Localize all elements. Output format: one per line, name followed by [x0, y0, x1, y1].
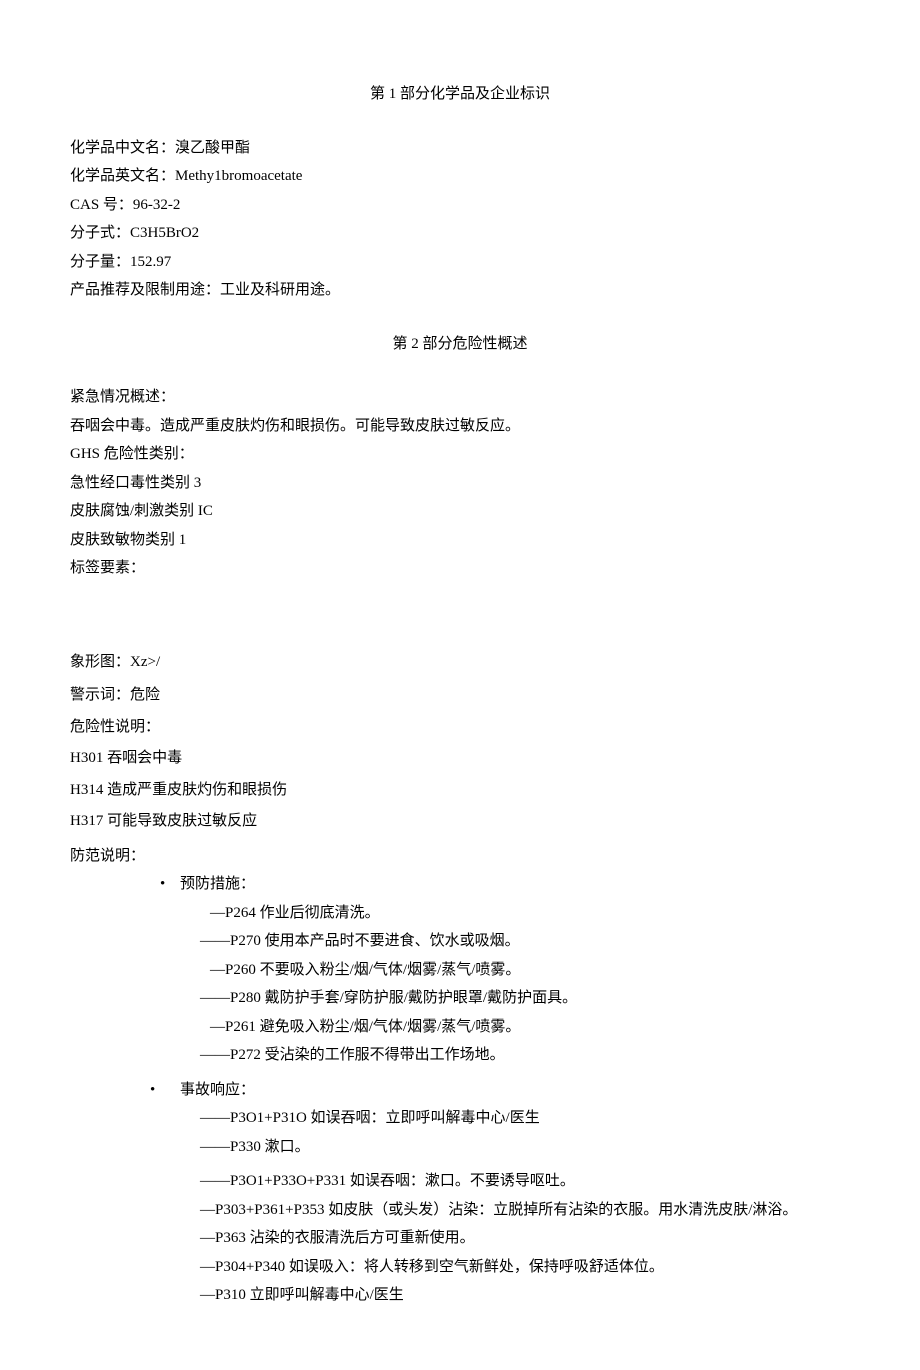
- prevention-header: • 预防措施：: [70, 870, 850, 899]
- blank-space: [70, 588, 850, 648]
- ghs-label: GHS 危险性类别：: [70, 440, 850, 469]
- overview-text: 吞咽会中毒。造成严重皮肤灼伤和眼损伤。可能导致皮肤过敏反应。: [70, 412, 850, 441]
- response-p363: —P363 沾染的衣服清洗后方可重新使用。: [70, 1224, 850, 1253]
- prevention-items: —P264 作业后彻底清洗。 ——P270 使用本产品时不要进食、饮水或吸烟。 …: [70, 899, 850, 1070]
- chem-name-cn: 化学品中文名：溴乙酸甲酯: [70, 134, 850, 163]
- response-p310: —P310 立即呼叫解毒中心/医生: [70, 1281, 850, 1310]
- molecular-weight: 分子量：152.97: [70, 248, 850, 277]
- prevention-p260: —P260 不要吸入粉尘/烟/气体/烟雾/蒸气/喷雾。: [70, 956, 850, 985]
- label-elements: 标签要素：: [70, 554, 850, 583]
- signal-word: 警示词：危险: [70, 681, 850, 710]
- prevention-p264: —P264 作业后彻底清洗。: [70, 899, 850, 928]
- emergency-overview: 紧急情况概述： 吞咽会中毒。造成严重皮肤灼伤和眼损伤。可能导致皮肤过敏反应。 G…: [70, 383, 850, 583]
- ghs-item-1: 急性经口毒性类别 3: [70, 469, 850, 498]
- chem-name-en: 化学品英文名：Methy1bromoacetate: [70, 162, 850, 191]
- prevention-p272: ——P272 受沾染的工作服不得带出工作场地。: [70, 1041, 850, 1070]
- molecular-formula: 分子式：C3H5BrO2: [70, 219, 850, 248]
- hazard-h314: H314 造成严重皮肤灼伤和眼损伤: [70, 776, 850, 805]
- response-p304-p340: —P304+P340 如误吸入：将人转移到空气新鲜处，保持呼吸舒适体位。: [70, 1253, 850, 1282]
- precaution-label: 防范说明：: [70, 842, 850, 871]
- hazard-label: 危险性说明：: [70, 713, 850, 742]
- bullet-icon: •: [70, 1076, 180, 1105]
- response-p301-p310: ——P3O1+P31O 如误吞咽：立即呼叫解毒中心/医生: [70, 1104, 850, 1133]
- response-p303-p361-p353: —P303+P361+P353 如皮肤（或头发）沾染：立脱掉所有沾染的衣服。用水…: [70, 1196, 850, 1225]
- pictogram-line: 象形图：Xz>/: [70, 648, 850, 677]
- response-items: ——P3O1+P31O 如误吞咽：立即呼叫解毒中心/医生 ——P330 漱口。 …: [70, 1104, 850, 1310]
- cas-number: CAS 号：96-32-2: [70, 191, 850, 220]
- overview-label: 紧急情况概述：: [70, 383, 850, 412]
- response-p301-p330-p331: ——P3O1+P33O+P331 如误吞咽：漱口。不要诱导呕吐。: [70, 1167, 850, 1196]
- ghs-item-3: 皮肤致敏物类别 1: [70, 526, 850, 555]
- hazard-h301: H301 吞咽会中毒: [70, 744, 850, 773]
- hazard-h317: H317 可能导致皮肤过敏反应: [70, 807, 850, 836]
- ghs-item-2: 皮肤腐蚀/刺激类别 IC: [70, 497, 850, 526]
- response-header: • 事故响应：: [70, 1076, 850, 1105]
- signal-hazard-block: 警示词：危险 危险性说明： H301 吞咽会中毒 H314 造成严重皮肤灼伤和眼…: [70, 681, 850, 836]
- response-p330: ——P330 漱口。: [70, 1133, 850, 1162]
- section-1-title: 第 1 部分化学品及企业标识: [70, 80, 850, 109]
- section-1-body: 化学品中文名：溴乙酸甲酯 化学品英文名：Methy1bromoacetate C…: [70, 134, 850, 305]
- pictogram-block: 象形图：Xz>/: [70, 648, 850, 677]
- response-title: 事故响应：: [180, 1076, 255, 1105]
- section-2-title: 第 2 部分危险性概述: [70, 330, 850, 359]
- prevention-title: 预防措施：: [180, 870, 255, 899]
- recommended-use: 产品推荐及限制用途：工业及科研用途。: [70, 276, 850, 305]
- prevention-p280: ——P280 戴防护手套/穿防护服/戴防护眼罩/戴防护面具。: [70, 984, 850, 1013]
- bullet-icon: •: [70, 870, 180, 899]
- prevention-p261: —P261 避免吸入粉尘/烟/气体/烟雾/蒸气/喷雾。: [70, 1013, 850, 1042]
- prevention-p270: ——P270 使用本产品时不要进食、饮水或吸烟。: [70, 927, 850, 956]
